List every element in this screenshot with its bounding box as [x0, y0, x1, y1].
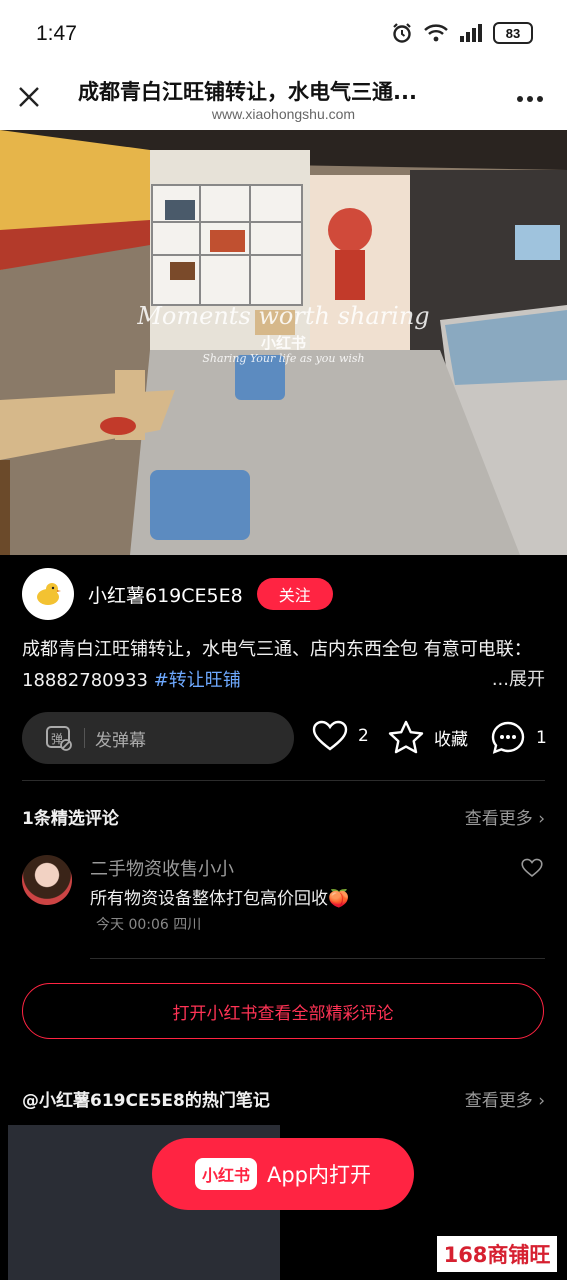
open-in-app-button[interactable]: 小红书 App内打开: [152, 1138, 414, 1210]
post-image[interactable]: Moments worth sharing 小红书 Sharing Your l…: [0, 130, 567, 555]
author-name[interactable]: 小红薯619CE5E8: [88, 581, 243, 608]
post-hashtag[interactable]: #转让旺铺: [154, 670, 241, 691]
duck-icon: [37, 583, 61, 605]
collect-button[interactable]: 收藏: [388, 720, 468, 754]
more-icon[interactable]: [515, 86, 545, 112]
page-url: www.xiaohongshu.com: [211, 106, 356, 122]
comment-meta: 今天 00:06 四川: [96, 917, 202, 933]
author-avatar[interactable]: [22, 568, 74, 620]
expand-link[interactable]: ...展开: [492, 665, 545, 691]
like-count: 2: [358, 726, 369, 746]
status-bar: 1:47 83: [0, 0, 567, 70]
open-in-app-label: App内打开: [266, 1163, 372, 1187]
heart-icon: [312, 720, 348, 751]
app-logo: 小红书: [194, 1158, 257, 1190]
hot-notes-see-more[interactable]: 查看更多 ›: [465, 1086, 545, 1111]
danmu-divider: [84, 728, 85, 748]
hot-notes-title: @小红薯619CE5E8的热门笔记: [22, 1091, 270, 1111]
corner-watermark: 168商铺旺: [437, 1236, 557, 1272]
alarm-icon: [393, 23, 411, 43]
comment-text: 所有物资设备整体打包高价回收🍑: [90, 889, 350, 909]
author-row: 小红薯619CE5E8 关注: [22, 568, 333, 620]
danmu-placeholder: 发弹幕: [95, 730, 146, 751]
page-title: 成都青白江旺铺转让，水电气三通...: [78, 80, 417, 104]
divider: [90, 958, 545, 959]
like-button[interactable]: 2: [312, 720, 369, 752]
open-all-comments-button[interactable]: 打开小红书查看全部精彩评论: [22, 983, 544, 1039]
watermark-slogan: Moments worth sharing: [137, 302, 430, 330]
watermark-logo: 小红书: [260, 334, 306, 352]
danmu-input[interactable]: 弹 发弹幕: [22, 712, 294, 764]
battery-icon: 83: [493, 22, 533, 44]
status-time: 1:47: [36, 22, 77, 45]
post-description: 成都青白江旺铺转让，水电气三通、店内东西全包 有意可电联：18882780933…: [22, 634, 547, 696]
comments-see-more[interactable]: 查看更多 ›: [465, 804, 545, 829]
wifi-icon: [424, 24, 448, 42]
status-icons: 83: [391, 22, 533, 44]
danmu-icon: 弹: [46, 726, 72, 751]
commenter-name[interactable]: 二手物资收售小小: [90, 855, 234, 881]
signal-icon: [460, 24, 482, 42]
star-icon: [388, 720, 424, 754]
watermark-tagline: Sharing Your life as you wish: [202, 352, 365, 365]
comment-button[interactable]: 1: [490, 720, 547, 756]
post-text: 成都青白江旺铺转让，水电气三通、店内东西全包 有意可电联：18882780933: [22, 639, 532, 691]
comments-title: 1条精选评论: [22, 809, 119, 829]
commenter-avatar[interactable]: [22, 855, 72, 905]
comment-icon: [491, 721, 525, 754]
divider: [22, 780, 545, 781]
collect-label: 收藏: [434, 729, 468, 750]
comment-like-icon[interactable]: [521, 858, 543, 878]
browser-header: 成都青白江旺铺转让，水电气三通... www.xiaohongshu.com: [0, 70, 567, 130]
follow-button[interactable]: 关注: [256, 578, 333, 610]
comment-count: 1: [536, 728, 547, 748]
